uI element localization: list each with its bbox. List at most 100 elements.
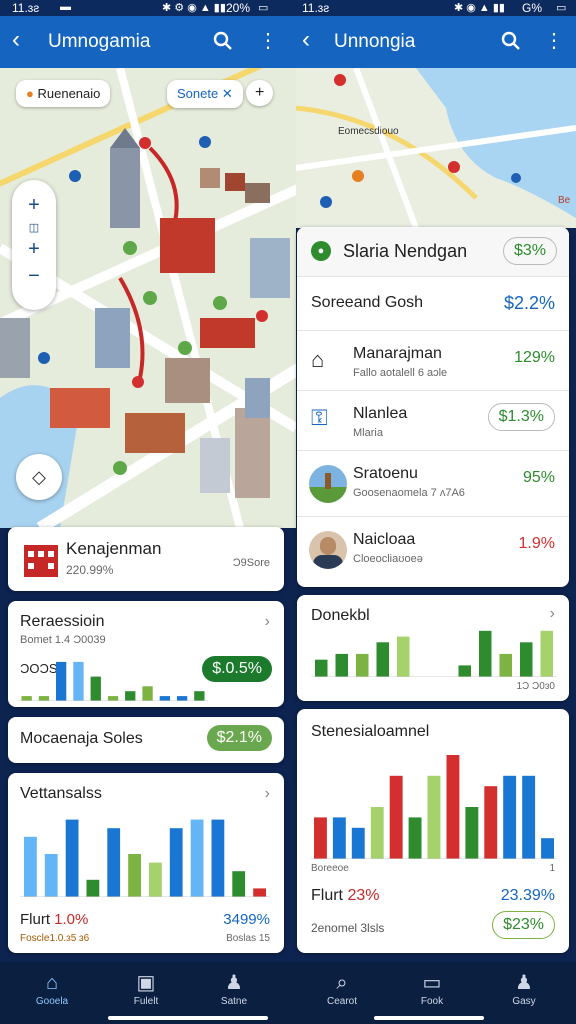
city-map[interactable]: ● Ruenenaio Sonete ✕ + + ◫ + − ◇: [0, 68, 296, 528]
map-illustration-2: [296, 68, 576, 228]
nav-label: Gooela: [35, 996, 69, 1007]
location-chip[interactable]: ● Ruenenaio: [16, 80, 111, 107]
chart-card-2[interactable]: Vettansalss › Flurt 1.0% Foscle1.0.ɜ5 ɜ6…: [8, 773, 284, 953]
app-bar-2: ‹ Unnongia ⋮: [288, 16, 576, 68]
bar-chart-4: [311, 755, 557, 859]
nav-item-2[interactable]: ▣ Fulelt: [116, 970, 176, 1007]
search-icon: ⌕: [336, 972, 348, 994]
bar: [107, 696, 119, 701]
list-item[interactable]: Sratoenu Goosenaomela 7 ʌ7A6 95%: [297, 451, 569, 517]
filter-chip[interactable]: Sonete ✕: [167, 80, 243, 108]
status-dot-icon: ●: [311, 241, 331, 261]
footer-left-value: 1.0%: [54, 911, 89, 928]
footer-left-label-2: Flurt: [311, 887, 343, 904]
list-item-name: Sratoenu: [353, 465, 418, 482]
nav-item-search[interactable]: ⌕ Cearot: [312, 970, 372, 1007]
plus-button[interactable]: +: [12, 238, 56, 261]
bar: [465, 807, 479, 859]
bar: [149, 862, 162, 897]
building-icon: [24, 545, 58, 577]
chevron-right-icon-2[interactable]: ›: [265, 785, 270, 803]
layers-icon[interactable]: ◫: [12, 221, 56, 234]
bar: [376, 642, 389, 677]
footer-right-value: 3499%: [223, 911, 270, 928]
search-icon[interactable]: [212, 30, 234, 52]
nav-label: Satne: [220, 996, 248, 1007]
bar: [484, 786, 498, 859]
summary-card[interactable]: Kenajenman 220.99% Ɔ9Sore: [8, 527, 284, 591]
list-item[interactable]: Naicloaa Cloeocliaʊoeǝ 1.9%: [297, 517, 569, 587]
list-item-name: Naicloaa: [353, 531, 416, 548]
bar: [232, 871, 246, 897]
bar: [335, 653, 348, 677]
bar: [194, 691, 205, 701]
close-icon[interactable]: ✕: [222, 86, 233, 101]
summary-title: Kenajenman: [66, 539, 162, 558]
bar: [356, 653, 369, 677]
more-icon-2[interactable]: ⋮: [544, 30, 564, 52]
footer-left-sub: Foscle1.0.ɜ5 ɜ6: [20, 933, 90, 944]
nav-label: Fulelt: [133, 996, 159, 1007]
zoom-in-button[interactable]: +: [12, 194, 56, 217]
list-item-name: Nlanlea: [353, 405, 408, 422]
person-icon: ♟: [225, 972, 243, 994]
list-header[interactable]: ● Slaria Nendgan $3%: [297, 227, 569, 277]
list-item-sub: Fallo aotalell 6 aɔle: [353, 367, 448, 379]
bar: [107, 828, 121, 897]
footer-right-value-2: 23.39%: [500, 887, 555, 904]
locate-button[interactable]: ◇: [16, 454, 62, 500]
bar: [86, 879, 100, 897]
bar: [458, 665, 471, 677]
bar: [427, 775, 441, 859]
list-item-value: $1.3%: [487, 403, 555, 431]
zoom-out-button[interactable]: −: [12, 265, 56, 288]
list-item[interactable]: ⚿ Nlanlea Mlaria $1.3%: [297, 391, 569, 451]
chevron-right-icon[interactable]: ›: [265, 613, 270, 631]
bar: [541, 838, 554, 859]
bar: [142, 686, 153, 701]
more-icon[interactable]: ⋮: [258, 30, 278, 52]
footer-left: Flurt 1.0%: [20, 911, 88, 928]
status-time: 11.ɜƨ: [12, 1, 40, 15]
nav-item-home[interactable]: ⌂ Gooela: [22, 970, 82, 1007]
axis-right-label: 1: [549, 863, 555, 874]
footer-left-sub-2: 2enomel 3lsls: [311, 921, 385, 935]
key-icon: ⚿: [311, 405, 328, 430]
footer-left-value-2: 23%: [347, 887, 380, 904]
stats-list-card: ● Slaria Nendgan $3% Soreeand Gosh $2.2%…: [297, 227, 569, 587]
location-chip-label: Ruenenaio: [37, 86, 101, 101]
add-button[interactable]: +: [246, 80, 274, 106]
chart-card-1[interactable]: Reraessioin › Bomet 1.4 Ɔ0039 ƆOƆS $.0.5…: [8, 601, 284, 707]
promo-bar[interactable]: Mocaenaja Soles $2.1%: [8, 717, 284, 763]
list-item[interactable]: ⌂ Manarajman Fallo aotalell 6 aɔle 129%: [297, 331, 569, 391]
landscape-icon: [309, 465, 347, 503]
bar-chart-1: [18, 661, 208, 701]
back-icon[interactable]: ‹: [12, 28, 20, 52]
status-bar: 11.ɜƨ ▬ ✱ ⚙ ◉ ▲ ▮▮ 20% ▭ 11.ɜƨ ✱ ◉ ▲ ▮▮ …: [0, 0, 576, 16]
summary-subtitle: 220.99%: [66, 563, 114, 577]
list-subheader[interactable]: Soreeand Gosh $2.2%: [297, 277, 569, 331]
bar: [125, 691, 136, 701]
chevron-right-icon-3[interactable]: ›: [550, 605, 555, 623]
search-icon-2[interactable]: [500, 30, 522, 52]
bar: [65, 819, 79, 897]
chart-card-3[interactable]: Donekbl › 1Ɔ Ɔ0ɜ0: [297, 595, 569, 701]
bar: [520, 642, 533, 677]
city-map-2[interactable]: Eomecsdiouo Be: [296, 68, 576, 228]
chart-card-4[interactable]: Stenesialoamnel Boreeoe 1 Flurt 23% 2eno…: [297, 709, 569, 953]
map-label-2: Be: [558, 195, 571, 206]
bar: [21, 696, 32, 701]
footer-right-sub: Boslas 15: [226, 933, 270, 944]
battery-icon: ▭: [258, 2, 269, 14]
bar: [169, 828, 183, 897]
chart-card-3-footer: 1Ɔ Ɔ0ɜ0: [516, 681, 556, 692]
bar: [370, 807, 384, 859]
nav-item-account[interactable]: ♟ Gasy: [494, 970, 554, 1007]
chart-card-1-badge: $.0.5%: [202, 656, 272, 682]
nav-item-5[interactable]: ▭ Fook: [402, 970, 462, 1007]
bar: [397, 636, 410, 677]
bar: [73, 661, 84, 701]
list-header-title: Slaria Nendgan: [343, 241, 468, 261]
back-icon-2[interactable]: ‹: [302, 28, 310, 52]
nav-item-3[interactable]: ♟ Satne: [204, 970, 264, 1007]
